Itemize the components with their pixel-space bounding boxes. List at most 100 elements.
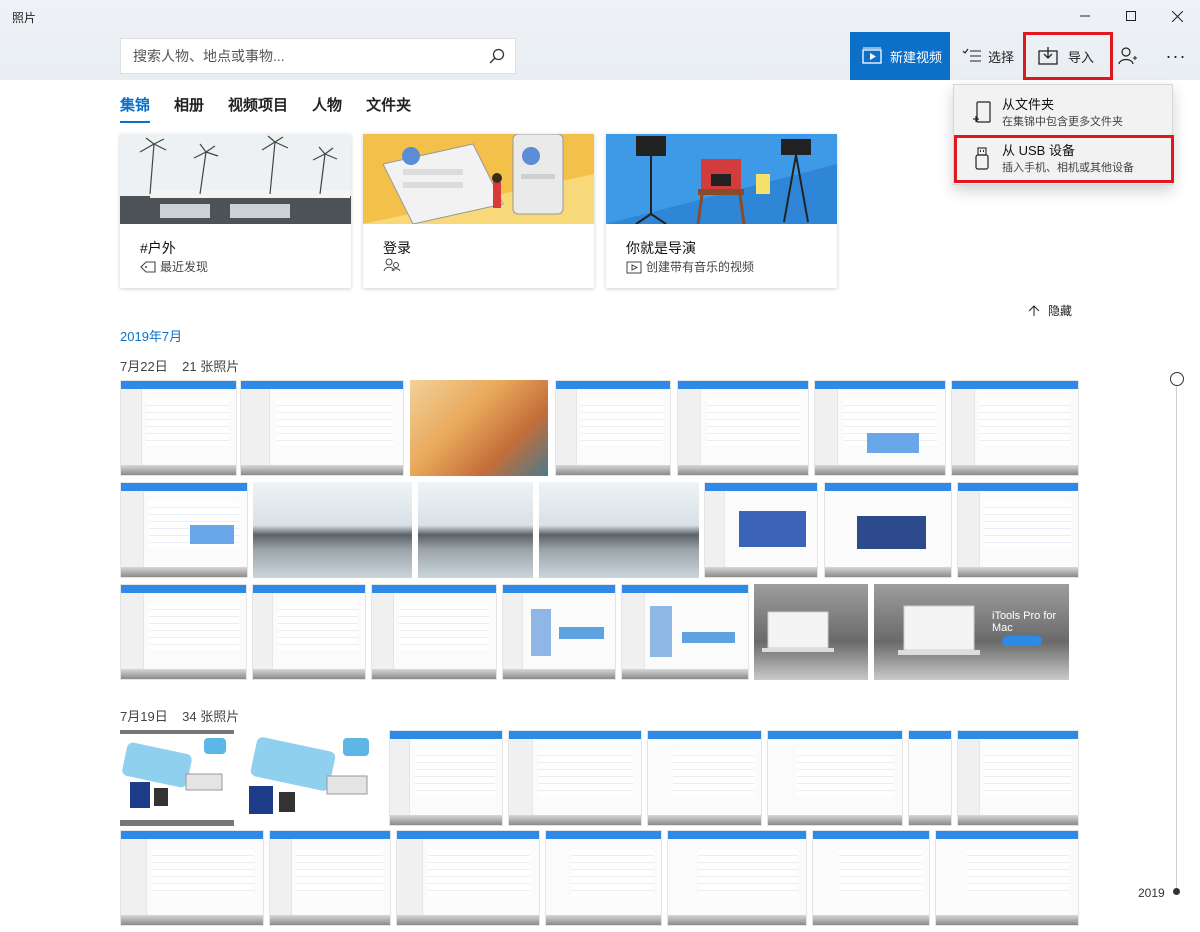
import-from-folder-item[interactable]: 从文件夹 在集锦中包含更多文件夹: [954, 89, 1174, 137]
from-folder-subtitle: 在集锦中包含更多文件夹: [1002, 116, 1123, 128]
photo-thumbnail[interactable]: [396, 830, 540, 926]
search-box: [120, 38, 516, 74]
group-count: 21 张照片: [182, 359, 240, 374]
login-thumbnail: [363, 134, 594, 224]
photo-thumbnail[interactable]: [667, 830, 807, 926]
from-usb-title: 从 USB 设备: [1002, 143, 1075, 158]
photo-thumbnail[interactable]: [253, 482, 412, 578]
photo-thumbnail[interactable]: [389, 730, 503, 826]
close-button[interactable]: [1154, 0, 1200, 32]
nav-tabs: 集锦 相册 视频项目 人物 文件夹: [120, 94, 435, 123]
import-from-usb-item[interactable]: 从 USB 设备 插入手机、相机或其他设备: [954, 135, 1174, 183]
photo-thumbnail[interactable]: [824, 482, 952, 578]
photo-thumbnail[interactable]: [545, 830, 662, 926]
photo-thumbnail[interactable]: iTools Pro for Mac: [874, 584, 1069, 680]
folder-add-icon: [970, 99, 994, 127]
photo-thumbnail[interactable]: [677, 380, 809, 476]
hide-label: 隐藏: [1048, 304, 1073, 318]
import-button[interactable]: 导入: [1023, 32, 1113, 80]
app-title: 照片: [12, 11, 37, 25]
photo-thumbnail[interactable]: [754, 584, 868, 680]
from-folder-title: 从文件夹: [1002, 97, 1055, 112]
new-video-label: 新建视频: [890, 49, 943, 65]
group-date: 7月19日: [120, 709, 168, 724]
new-video-button[interactable]: 新建视频: [850, 32, 950, 80]
photo-thumbnail[interactable]: [812, 830, 930, 926]
import-menu: 从文件夹 在集锦中包含更多文件夹 从 USB 设备 插入手机、相机或其他设备: [953, 84, 1174, 185]
photo-thumbnail[interactable]: [502, 584, 616, 680]
more-icon: ···: [1165, 45, 1187, 66]
tab-folders[interactable]: 文件夹: [366, 94, 411, 119]
photo-thumbnail[interactable]: [555, 380, 671, 476]
date-header-2: 7月19日 34 张照片: [120, 706, 239, 725]
photo-thumbnail[interactable]: [252, 584, 366, 680]
arrow-up-icon: [1028, 304, 1040, 317]
tab-collection[interactable]: 集锦: [120, 94, 151, 123]
photo-thumbnail[interactable]: [957, 482, 1079, 578]
itools-caption: iTools Pro for Mac: [992, 610, 1057, 634]
photo-thumbnail[interactable]: [410, 380, 548, 476]
timeline-handle[interactable]: [1170, 372, 1184, 386]
photo-thumbnail[interactable]: [120, 830, 264, 926]
card-subtitle: 创建带有音乐的视频: [626, 258, 754, 275]
photo-thumbnail[interactable]: [120, 584, 247, 680]
date-header-1: 7月22日 21 张照片: [120, 356, 239, 375]
director-thumbnail: [606, 134, 837, 224]
minimize-icon: [1080, 15, 1090, 17]
photo-thumbnail[interactable]: [951, 380, 1079, 476]
photo-thumbnail[interactable]: [704, 482, 818, 578]
maximize-icon: [1126, 11, 1136, 21]
import-icon: [1038, 47, 1058, 65]
photo-thumbnail[interactable]: [935, 830, 1079, 926]
usb-icon: [970, 145, 994, 173]
photo-thumbnail[interactable]: [120, 482, 248, 578]
close-icon: [1171, 10, 1183, 22]
timeline-track[interactable]: [1176, 380, 1177, 892]
card-subtitle: [383, 258, 405, 272]
maximize-button[interactable]: [1108, 0, 1154, 32]
photo-thumbnail[interactable]: [814, 380, 946, 476]
select-button[interactable]: 选择: [958, 32, 1020, 80]
from-usb-subtitle: 插入手机、相机或其他设备: [1002, 162, 1134, 174]
group-count: 34 张照片: [182, 709, 240, 724]
photo-thumbnail[interactable]: [647, 730, 762, 826]
tab-people[interactable]: 人物: [312, 94, 342, 119]
timeline-year-marker[interactable]: [1173, 888, 1180, 895]
card-login[interactable]: 登录: [363, 134, 594, 288]
select-label: 选择: [988, 49, 1015, 65]
search-input[interactable]: [121, 39, 479, 73]
add-person-icon: [1118, 47, 1137, 65]
add-person-button[interactable]: [1112, 40, 1144, 72]
minimize-button[interactable]: [1062, 0, 1108, 32]
photo-thumbnail[interactable]: [269, 830, 391, 926]
photo-thumbnail[interactable]: [120, 380, 237, 476]
people-icon: [383, 258, 401, 272]
hide-button[interactable]: 隐藏: [1028, 302, 1072, 319]
photo-thumbnail[interactable]: [120, 730, 234, 826]
tab-albums[interactable]: 相册: [174, 94, 204, 119]
card-title: #户外: [140, 240, 176, 256]
photo-thumbnail[interactable]: [508, 730, 642, 826]
more-button[interactable]: ···: [1158, 40, 1194, 72]
photo-thumbnail[interactable]: [239, 730, 384, 826]
tab-video-projects[interactable]: 视频项目: [228, 94, 288, 119]
card-outdoor[interactable]: #户外 最近发现: [120, 134, 351, 288]
photo-thumbnail[interactable]: [539, 482, 699, 578]
card-title: 登录: [383, 240, 411, 256]
photo-thumbnail[interactable]: [371, 584, 497, 680]
card-director[interactable]: 你就是导演 创建带有音乐的视频: [606, 134, 837, 288]
photo-thumbnail[interactable]: [767, 730, 903, 826]
video-editor-icon: [862, 47, 882, 65]
photo-thumbnail[interactable]: [908, 730, 952, 826]
tag-icon: [140, 260, 156, 274]
search-icon[interactable]: [479, 39, 515, 73]
photo-thumbnail[interactable]: [418, 482, 533, 578]
card-subtitle-text: 最近发现: [160, 260, 209, 274]
timeline-year-label: 2019: [1138, 886, 1165, 900]
import-label: 导入: [1068, 49, 1095, 65]
photo-thumbnail[interactable]: [240, 380, 404, 476]
checklist-icon: [962, 48, 982, 64]
photo-thumbnail[interactable]: [621, 584, 749, 680]
video-icon: [626, 260, 642, 274]
photo-thumbnail[interactable]: [957, 730, 1079, 826]
